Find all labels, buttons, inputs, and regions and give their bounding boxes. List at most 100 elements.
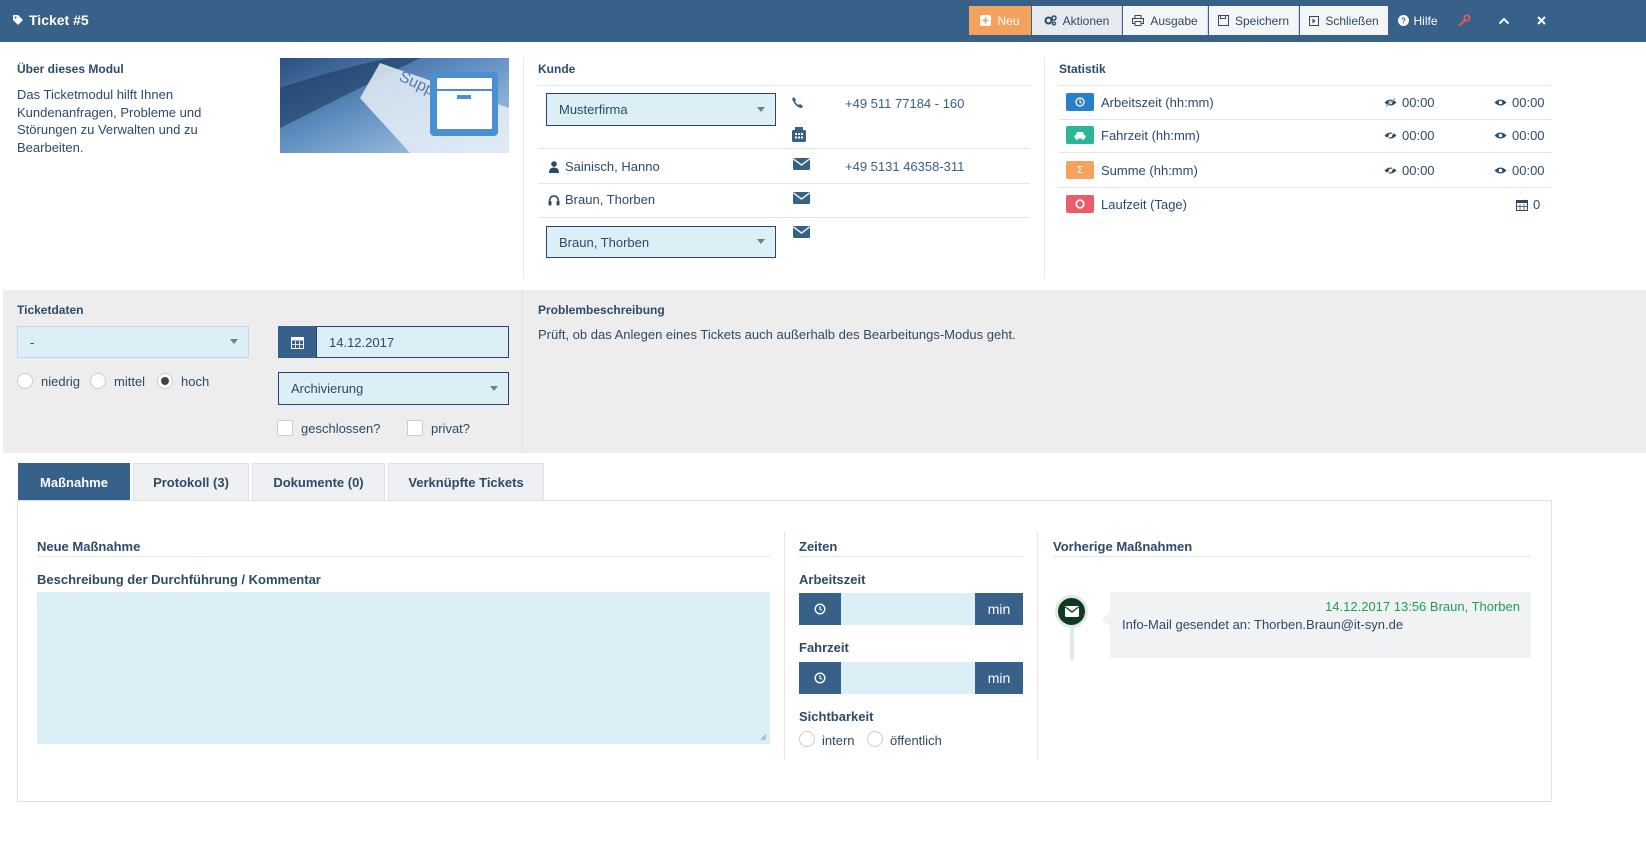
eye-slash-icon [1384, 131, 1397, 140]
collapse-button[interactable] [1490, 6, 1518, 35]
stat-row-worktime: Arbeitszeit (hh:mm) 00:00 00:00 [1066, 87, 1546, 120]
user-icon [549, 161, 559, 173]
stat-value-public: 00:00 [1494, 128, 1545, 143]
lifebuoy-icon [1066, 195, 1094, 213]
closed-label: geschlossen? [301, 421, 381, 436]
eye-icon [1494, 167, 1507, 174]
help-button[interactable]: ? Hilfe [1392, 6, 1444, 35]
problem-text: Prüft, ob das Anlegen eines Tickets auch… [538, 327, 1016, 342]
actions-button[interactable]: Aktionen [1032, 6, 1122, 35]
eye-slash-icon [1384, 98, 1397, 107]
calendar-icon [1516, 199, 1528, 211]
mail-icon[interactable] [793, 192, 810, 204]
company-phone-link[interactable]: +49 511 77184 - 160 [845, 96, 964, 111]
stat-value-public: 00:00 [1494, 163, 1545, 178]
print-icon [1132, 15, 1145, 26]
priority-mid-label: mittel [114, 374, 146, 389]
clock-icon [814, 603, 826, 615]
mail-icon[interactable] [793, 158, 810, 170]
divider [799, 556, 1023, 557]
contact-phone-link[interactable]: +49 5131 46358-311 [845, 159, 964, 174]
tab-measure[interactable]: Maßnahme [18, 463, 130, 500]
resize-handle-icon[interactable] [760, 734, 767, 741]
gears-icon [1044, 15, 1057, 26]
tab-protocol[interactable]: Protokoll (3) [133, 463, 249, 500]
date-picker-button[interactable] [278, 326, 316, 358]
chevron-down-icon [230, 339, 238, 344]
eye-icon [1494, 99, 1507, 106]
svg-text:?: ? [1402, 17, 1407, 26]
floppy-icon [1217, 15, 1229, 26]
divider [538, 148, 1030, 149]
priority-high-label: hoch [181, 374, 210, 389]
close-window-button[interactable] [1528, 6, 1554, 35]
description-label: Beschreibung der Durchführung / Kommenta… [37, 572, 321, 587]
divider [522, 290, 523, 453]
car-icon [1066, 126, 1094, 144]
output-button[interactable]: Ausgabe [1123, 6, 1208, 35]
assignee-select[interactable]: Braun, Thorben [546, 226, 776, 258]
stat-value-public: 00:00 [1494, 95, 1545, 110]
divider [523, 58, 524, 278]
phone-icon [791, 96, 804, 109]
private-checkbox[interactable] [407, 420, 423, 436]
settings-wrench-button[interactable] [1450, 6, 1478, 35]
priority-mid-radio[interactable] [90, 373, 106, 389]
mail-icon[interactable] [793, 226, 810, 238]
worktime-input[interactable] [841, 593, 975, 625]
eye-icon [1494, 132, 1507, 139]
worktime-label: Arbeitszeit [799, 572, 866, 587]
agent-name: Braun, Thorben [565, 192, 656, 207]
ticket-details-band [3, 290, 1646, 453]
priority-high-radio[interactable] [157, 373, 173, 389]
clock-button[interactable] [799, 593, 841, 625]
divider [1053, 556, 1531, 557]
stat-row-duration: Laufzeit (Tage) 0 [1066, 189, 1546, 222]
envelope-icon [1064, 606, 1079, 617]
chevron-down-icon [757, 239, 765, 244]
chevron-down-icon [757, 106, 765, 112]
contact-name: Sainisch, Hanno [565, 159, 660, 174]
times-title: Zeiten [799, 539, 838, 554]
date-input[interactable]: 14.12.2017 [316, 326, 509, 358]
question-circle-icon: ? [1398, 15, 1410, 26]
new-button[interactable]: Neu [969, 6, 1031, 35]
priority-low-label: niedrig [41, 374, 81, 389]
divider [538, 183, 1030, 184]
clock-button[interactable] [799, 662, 841, 694]
clock-icon [1066, 93, 1094, 111]
description-textarea[interactable] [37, 592, 770, 744]
close-button[interactable]: Schließen [1300, 6, 1388, 35]
visibility-intern-radio[interactable] [799, 731, 815, 747]
timeline-entry-text: Info-Mail gesendet an: Thorben.Braun@it-… [1122, 617, 1404, 632]
ticket-type-select[interactable]: - [17, 326, 249, 358]
stat-value-internal: 00:00 [1384, 163, 1435, 178]
closed-checkbox[interactable] [277, 420, 293, 436]
traveltime-unit: min [975, 662, 1023, 694]
previous-title: Vorherige Maßnahmen [1053, 539, 1193, 554]
traveltime-label: Fahrzeit [799, 640, 849, 655]
private-label: privat? [431, 421, 471, 436]
category-select[interactable]: Archivierung [278, 372, 509, 405]
wrench-icon [1458, 14, 1470, 27]
visibility-public-radio[interactable] [867, 731, 883, 747]
sigma-icon: Σ [1066, 161, 1094, 179]
visibility-label: Sichtbarkeit [799, 709, 874, 724]
worktime-input-group: min [799, 593, 1023, 625]
stat-value-internal: 00:00 [1384, 128, 1435, 143]
traveltime-input[interactable] [841, 662, 975, 694]
customer-title: Kunde [538, 62, 576, 76]
traveltime-input-group: min [799, 662, 1023, 694]
tab-documents[interactable]: Dokumente (0) [252, 463, 385, 500]
priority-low-radio[interactable] [17, 373, 33, 389]
divider [1059, 85, 1551, 86]
divider [1059, 187, 1551, 188]
header-bar: Ticket #5 Neu Aktionen Ausgabe Speichern… [0, 0, 1646, 42]
stat-value-internal: 00:00 [1384, 95, 1435, 110]
divider [784, 532, 785, 760]
save-button[interactable]: Speichern [1209, 6, 1299, 35]
close-square-icon [1309, 15, 1320, 26]
visibility-public-label: öffentlich [890, 733, 942, 748]
company-select[interactable]: Musterfirma [546, 93, 776, 126]
tab-linked-tickets[interactable]: Verknüpfte Tickets [388, 463, 544, 500]
